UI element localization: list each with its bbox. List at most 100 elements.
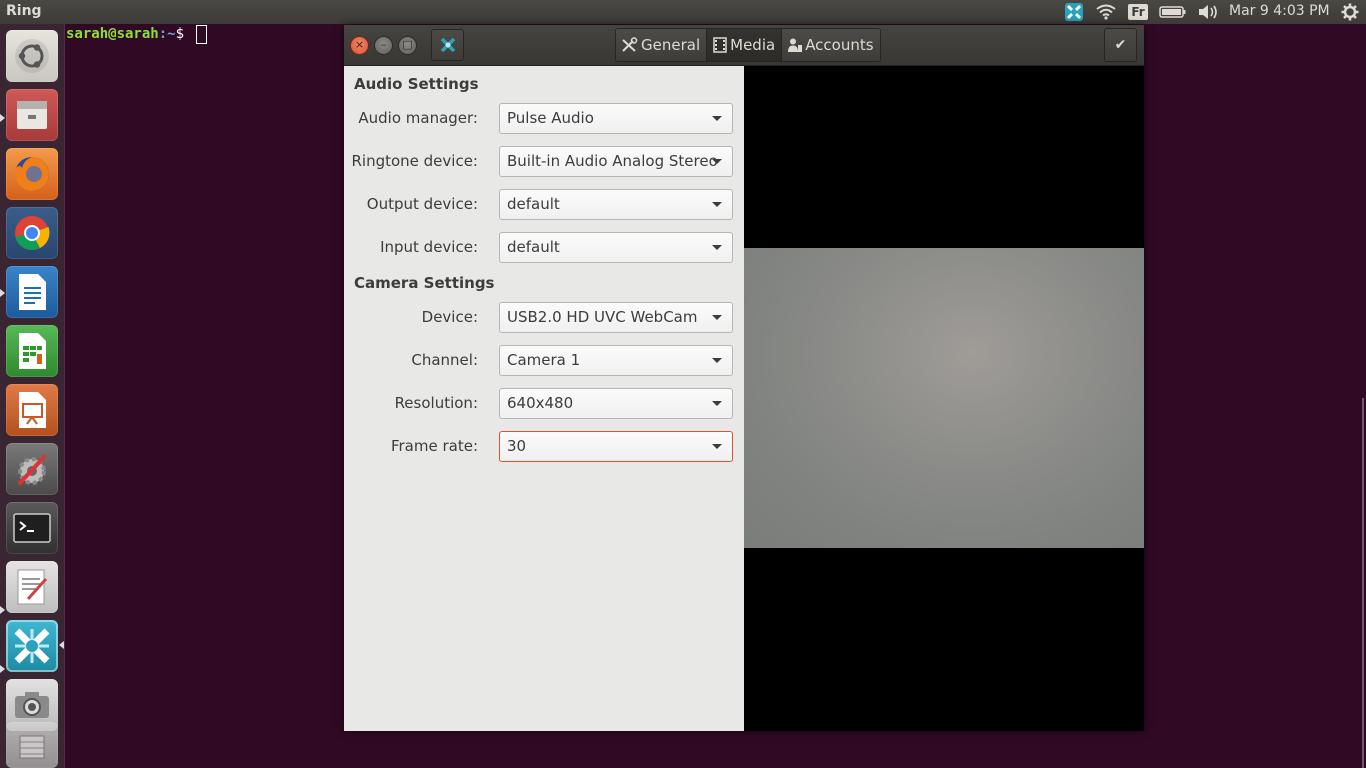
chevron-down-icon (712, 315, 722, 320)
text-editor-icon (17, 569, 48, 605)
output-device-value: default (507, 195, 560, 213)
chrome-icon (15, 216, 50, 250)
writer-document-icon (19, 274, 46, 310)
ringtone-device-value: Built-in Audio Analog Stereo (507, 152, 718, 170)
terminal-path: :~ (158, 26, 176, 42)
spreadsheet-icon (19, 333, 46, 369)
ringtone-device-select[interactable]: Built-in Audio Analog Stereo (499, 146, 733, 177)
camera-preview-area (744, 66, 1144, 731)
terminal-icon (13, 513, 51, 543)
chevron-down-icon (712, 245, 722, 250)
keyboard-layout-label: Fr (1128, 4, 1148, 20)
volume-icon[interactable] (1196, 2, 1220, 22)
camera-preview-image (744, 248, 1144, 548)
input-device-label: Input device: (380, 238, 478, 256)
launcher-terminal-button[interactable] (6, 502, 58, 554)
launcher-text-editor-button[interactable] (6, 561, 58, 613)
ring-tray-icon[interactable] (1062, 2, 1086, 22)
keyboard-layout-indicator[interactable]: Fr (1127, 2, 1149, 22)
resolution-label: Resolution: (394, 394, 478, 412)
resolution-select[interactable]: 640x480 (499, 388, 733, 419)
chevron-down-icon (712, 202, 722, 207)
launcher-trash-button[interactable] (6, 722, 58, 768)
chevron-down-icon (712, 159, 722, 164)
tools-icon (622, 37, 638, 52)
launcher-files-button[interactable] (6, 89, 58, 141)
launcher-firefox-button[interactable] (6, 148, 58, 200)
tab-accounts-label: Accounts (805, 36, 874, 54)
maximize-button[interactable]: □ (398, 36, 417, 55)
terminal-prompt[interactable]: sarah@sarah:~$ (66, 24, 208, 44)
launcher-impress-button[interactable] (6, 384, 58, 436)
presentation-icon (19, 392, 46, 428)
chevron-down-icon (712, 116, 722, 121)
terminal-symbol: $ (175, 26, 185, 42)
frame-rate-select[interactable]: 30 (499, 431, 733, 462)
output-device-label: Output device: (366, 195, 478, 213)
resolution-value: 640x480 (507, 394, 574, 412)
audio-manager-value: Pulse Audio (507, 109, 594, 127)
tab-media[interactable]: Media (707, 29, 783, 61)
camera-device-value: USB2.0 HD UVC WebCam (507, 308, 698, 326)
film-icon (713, 37, 727, 53)
launcher-writer-button[interactable] (6, 266, 58, 318)
launcher-settings-button[interactable] (6, 443, 58, 495)
gear-icon[interactable] (1338, 2, 1362, 22)
launcher-chrome-button[interactable] (6, 207, 58, 259)
running-indicator (0, 289, 5, 297)
chevron-down-icon (712, 401, 722, 406)
firefox-icon (14, 157, 49, 191)
terminal-user: sarah@sarah (66, 26, 159, 42)
camera-device-label: Device: (421, 308, 478, 326)
settings-tabs: General Media Accounts (615, 28, 881, 62)
ubuntu-logo-icon (15, 39, 49, 73)
desktop-edge-scrollbar (1362, 398, 1364, 768)
system-settings-icon (18, 455, 46, 485)
top-panel: Ring Fr Mar 9 4:03 PM (0, 0, 1366, 24)
launcher-calc-button[interactable] (6, 325, 58, 377)
headerbar: × – □ General Media Accounts ✔ (344, 25, 1144, 66)
ring-logo-icon (14, 628, 50, 664)
output-device-select[interactable]: default (499, 189, 733, 220)
channel-label: Channel: (411, 351, 478, 369)
running-indicator (0, 665, 5, 673)
ring-logo-icon (440, 37, 455, 53)
launcher-dash-button[interactable] (6, 30, 58, 82)
camera-settings-title: Camera Settings (354, 274, 495, 292)
input-device-value: default (507, 238, 560, 256)
people-icon (788, 38, 803, 52)
chevron-down-icon (712, 444, 722, 449)
file-cabinet-icon (17, 101, 47, 129)
channel-value: Camera 1 (507, 351, 581, 369)
running-indicator (0, 114, 5, 122)
frame-rate-label: Frame rate: (390, 437, 478, 455)
ringtone-device-label: Ringtone device: (351, 152, 478, 170)
audio-settings-title: Audio Settings (354, 75, 479, 93)
tab-general[interactable]: General (616, 29, 708, 61)
camera-icon (15, 692, 49, 718)
chevron-down-icon (712, 358, 722, 363)
terminal-cursor (196, 24, 208, 44)
camera-device-select[interactable]: USB2.0 HD UVC WebCam (499, 302, 733, 333)
maximize-icon: □ (402, 38, 413, 51)
input-device-select[interactable]: default (499, 232, 733, 263)
close-button[interactable]: × (350, 36, 369, 55)
tab-accounts[interactable]: Accounts (782, 29, 880, 61)
clock[interactable]: Mar 9 4:03 PM (1229, 3, 1330, 19)
focused-indicator (59, 641, 64, 649)
wifi-icon[interactable] (1094, 2, 1118, 22)
close-icon: × (354, 38, 365, 51)
ring-menu-button[interactable] (431, 29, 464, 61)
tab-media-label: Media (730, 36, 776, 54)
ring-settings-window: × – □ General Media Accounts ✔ Audio Set… (344, 25, 1144, 731)
checkmark-icon: ✔ (1114, 37, 1127, 53)
frame-rate-value: 30 (507, 437, 527, 455)
audio-manager-select[interactable]: Pulse Audio (499, 103, 733, 134)
launcher-ring-button[interactable] (6, 620, 58, 672)
minimize-button[interactable]: – (374, 36, 393, 55)
channel-select[interactable]: Camera 1 (499, 345, 733, 376)
trash-icon (19, 735, 45, 759)
apply-button[interactable]: ✔ (1104, 28, 1137, 62)
tab-general-label: General (641, 36, 701, 54)
battery-icon[interactable] (1158, 2, 1188, 22)
